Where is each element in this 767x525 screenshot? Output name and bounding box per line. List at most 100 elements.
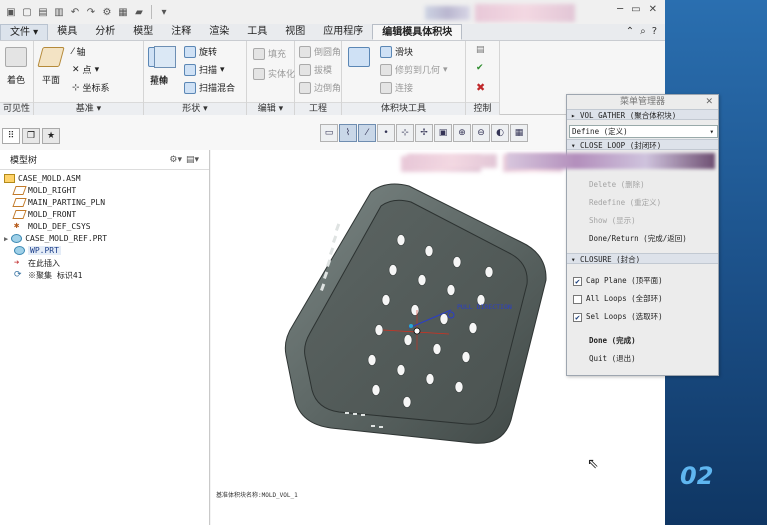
checkbox-checked-icon: ✔ bbox=[573, 312, 582, 322]
ok-icon[interactable]: ✔ bbox=[476, 63, 484, 73]
repaint-icon[interactable]: ◐ bbox=[491, 124, 509, 142]
group-label-visibility: 可见性 bbox=[0, 102, 33, 115]
tab-analysis[interactable]: 分析 bbox=[86, 24, 124, 40]
quit-item[interactable]: Quit (退出) bbox=[589, 353, 636, 364]
draft-button[interactable]: 拔模 bbox=[299, 63, 332, 76]
open-icon[interactable]: ▤ bbox=[36, 5, 50, 19]
shade-icon bbox=[5, 47, 27, 67]
tree-columns-icon[interactable]: ▤▾ bbox=[186, 155, 199, 165]
datum-plane-display-icon[interactable]: ⌇ bbox=[339, 124, 357, 142]
search-icon[interactable]: ⌕ bbox=[640, 26, 646, 37]
close-icon[interactable]: ✕ bbox=[649, 4, 657, 15]
section-vol-gather[interactable]: ▸ VOL GATHER (聚合体积块) bbox=[567, 109, 718, 120]
help-icon[interactable]: ? bbox=[652, 26, 657, 37]
tab-edit-mold-volume[interactable]: 编辑模具体积块 bbox=[372, 24, 463, 40]
tree-settings-icon[interactable]: ⚙▾ bbox=[169, 155, 182, 165]
tree-item-main-parting-pln[interactable]: MAIN_PARTING_PLN bbox=[12, 198, 105, 207]
close-icon[interactable]: ✕ bbox=[705, 95, 713, 109]
redefine-item[interactable]: Redefine (重定义) bbox=[589, 197, 661, 208]
plane-button[interactable]: 平面 bbox=[37, 47, 65, 86]
annotation-display-icon[interactable]: ▭ bbox=[320, 124, 338, 142]
collapse-ribbon-icon[interactable]: ⌃ bbox=[626, 26, 634, 37]
insert-arrow-icon: ➔ bbox=[14, 258, 20, 268]
tree-item-ref-prt[interactable]: ▶ CASE_MOLD_REF.PRT bbox=[4, 234, 107, 243]
display-style-icon[interactable]: ▦ bbox=[510, 124, 528, 142]
save-icon[interactable]: ▥ bbox=[52, 5, 66, 19]
cap-plane-checkbox[interactable]: ✔ Cap Plane (顶平面) bbox=[573, 275, 663, 286]
checkbox-empty-icon bbox=[573, 294, 582, 304]
sweep-button[interactable]: 扫描 ▾ bbox=[184, 63, 225, 76]
windows-icon[interactable]: ▦ bbox=[116, 5, 130, 19]
minimize-icon[interactable]: ─ bbox=[617, 4, 623, 15]
model-tree-tab-icon[interactable]: ⠿ bbox=[2, 128, 20, 144]
section-close-loop[interactable]: ▾ CLOSE LOOP (封闭环) bbox=[567, 139, 718, 150]
tab-file[interactable]: 文件 ▾ bbox=[0, 24, 49, 40]
tree-item-wp-prt[interactable]: WP.PRT bbox=[14, 246, 61, 255]
tab-applications[interactable]: 应用程序 bbox=[314, 24, 372, 40]
zoom-out-icon[interactable]: ⊖ bbox=[472, 124, 490, 142]
folder-icon[interactable]: ▰ bbox=[132, 5, 146, 19]
done-return-item[interactable]: Done/Return (完成/返回) bbox=[589, 233, 687, 244]
spin-center-icon[interactable]: ✢ bbox=[415, 124, 433, 142]
model-tree-panel: 模型树 ⚙▾ ▤▾ CASE_MOLD.ASM MOLD_RIGHT MAIN_P… bbox=[0, 150, 210, 525]
tab-view[interactable]: 视图 bbox=[276, 24, 314, 40]
undo-icon[interactable]: ↶ bbox=[68, 5, 82, 19]
tab-model[interactable]: 模型 bbox=[124, 24, 162, 40]
slide-button[interactable]: 滑块 bbox=[380, 45, 413, 58]
datum-axis-display-icon[interactable]: ⁄ bbox=[358, 124, 376, 142]
swept-blend-button[interactable]: 扫描混合 bbox=[184, 81, 235, 94]
zoom-in-icon[interactable]: ⊕ bbox=[453, 124, 471, 142]
properties-icon[interactable]: ▤ bbox=[476, 45, 485, 55]
shade-button[interactable]: 着色 bbox=[5, 47, 27, 86]
tab-icons: ⌃ ⌕ ? bbox=[626, 26, 657, 37]
tab-mold[interactable]: 模具 bbox=[48, 24, 86, 40]
point-button[interactable]: ✕ 点 ▾ bbox=[72, 63, 99, 77]
define-dropdown[interactable]: Define (定义) ▾ bbox=[569, 125, 718, 138]
tree-item-gather[interactable]: ⟳ ※聚集 标识41 bbox=[14, 270, 82, 281]
solidify-button[interactable]: 实体化 bbox=[253, 67, 295, 80]
tree-item-mold-right[interactable]: MOLD_RIGHT bbox=[12, 186, 76, 195]
expand-icon[interactable]: ▶ bbox=[4, 235, 8, 243]
section-closure[interactable]: ▾ CLOSURE (封合) bbox=[567, 253, 718, 264]
all-loops-checkbox[interactable]: All Loops (全部环) bbox=[573, 293, 663, 304]
new-icon[interactable]: ▢ bbox=[20, 5, 34, 19]
point-display-icon[interactable]: • bbox=[377, 124, 395, 142]
group-controls: ▤ ✔ ✖ 控制 bbox=[466, 41, 500, 115]
tree-item-asm[interactable]: CASE_MOLD.ASM bbox=[4, 174, 81, 183]
tree-item-mold-front[interactable]: MOLD_FRONT bbox=[12, 210, 76, 219]
csys-button[interactable]: ⊹ 坐标系 bbox=[72, 81, 110, 95]
layer-tab-icon[interactable]: ❐ bbox=[22, 128, 40, 144]
trim-to-geom-button[interactable]: 修剪到几何 ▾ bbox=[380, 63, 448, 76]
join-button[interactable]: 连接 bbox=[380, 81, 413, 94]
revolve-button[interactable]: 旋转 bbox=[184, 45, 217, 58]
axis-button[interactable]: ⁄ 轴 bbox=[72, 45, 86, 59]
csys-icon: ✱ bbox=[14, 221, 20, 231]
extrude-button[interactable]: 拉伸 bbox=[150, 74, 168, 87]
zoom-fit-icon[interactable]: ▣ bbox=[434, 124, 452, 142]
slide-icon bbox=[380, 45, 392, 58]
tab-annotate[interactable]: 注释 bbox=[162, 24, 200, 40]
favorites-tab-icon[interactable]: ★ bbox=[42, 128, 60, 144]
cancel-icon[interactable]: ✖ bbox=[476, 81, 485, 94]
chamfer-button[interactable]: 边倒角 bbox=[299, 81, 341, 94]
group-label-editing: 编辑 ▾ bbox=[247, 102, 294, 115]
blurred-highlight bbox=[507, 153, 715, 169]
sel-loops-checkbox[interactable]: ✔ Sel Loops (选取环) bbox=[573, 311, 663, 322]
regenerate-icon[interactable]: ⚙ bbox=[100, 5, 114, 19]
fill-button[interactable]: 填充 bbox=[253, 47, 286, 60]
done-item[interactable]: Done (完成) bbox=[589, 335, 636, 346]
restore-icon[interactable]: ▭ bbox=[631, 4, 640, 15]
tree-item-insert-here[interactable]: ➔ 在此插入 bbox=[14, 258, 60, 269]
tab-tools[interactable]: 工具 bbox=[238, 24, 276, 40]
tab-render[interactable]: 渲染 bbox=[200, 24, 238, 40]
round-button[interactable]: 倒圆角 bbox=[299, 45, 341, 58]
delete-item[interactable]: Delete (删除) bbox=[589, 179, 645, 190]
show-item[interactable]: Show (显示) bbox=[589, 215, 636, 226]
tree-item-mold-def-csys[interactable]: ✱ MOLD_DEF_CSYS bbox=[14, 221, 91, 232]
redo-icon[interactable]: ↷ bbox=[84, 5, 98, 19]
solidify-icon bbox=[253, 67, 265, 80]
revolve-icon bbox=[184, 45, 196, 58]
customize-icon[interactable]: ▾ bbox=[157, 5, 171, 19]
csys-display-icon[interactable]: ⊹ bbox=[396, 124, 414, 142]
volume-block-button[interactable] bbox=[348, 47, 370, 67]
